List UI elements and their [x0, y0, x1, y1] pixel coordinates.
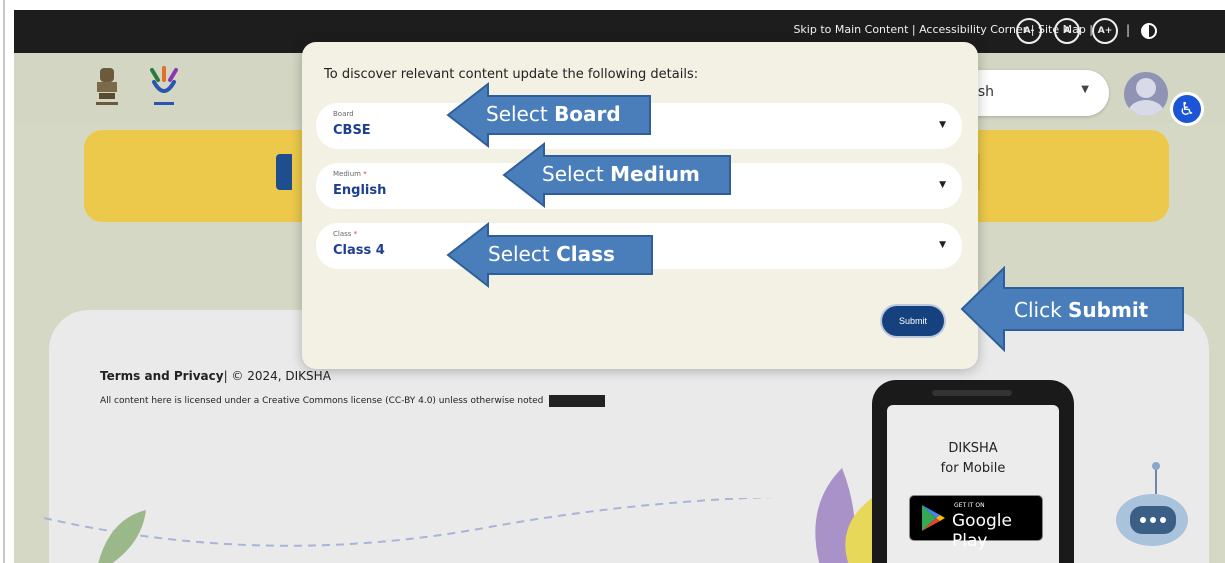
- diksha-page: Skip to Main Content | Accessibility Cor…: [14, 10, 1225, 563]
- google-play-badge[interactable]: GET IT ON Google Play: [909, 495, 1043, 551]
- terms-link[interactable]: Terms and Privacy: [100, 369, 224, 383]
- accessibility-icon[interactable]: ♿: [1170, 92, 1204, 126]
- callout-medium-text: Select Medium: [542, 162, 700, 186]
- callout-select-medium: Select Medium: [502, 142, 732, 208]
- topbar-separator: |: [1126, 23, 1131, 37]
- avatar-body: [1128, 100, 1164, 116]
- modal-title: To discover relevant content update the …: [324, 67, 699, 82]
- submit-button[interactable]: Submit: [882, 306, 944, 336]
- chevron-down-icon: ▼: [939, 120, 946, 130]
- chevron-down-icon: ▼: [1081, 84, 1089, 95]
- callout-select-class: Select Class: [446, 222, 654, 288]
- screenshot-frame: Skip to Main Content | Accessibility Cor…: [14, 0, 1225, 563]
- license-statement: All content here is licensed under a Cre…: [100, 396, 544, 406]
- user-avatar-icon[interactable]: [1124, 72, 1168, 116]
- font-decrease-button[interactable]: A-: [1016, 18, 1042, 44]
- left-border: [3, 0, 5, 563]
- class-label-text: Class: [333, 230, 352, 238]
- required-marker: *: [353, 230, 358, 238]
- callout-select-board: Select Board: [446, 82, 652, 148]
- board-label: Board: [333, 110, 354, 118]
- font-increase-button[interactable]: A+: [1092, 18, 1118, 44]
- font-normal-button[interactable]: A: [1054, 18, 1080, 44]
- medium-label-text: Medium: [333, 170, 361, 178]
- footer-terms: Terms and Privacy| © 2024, DIKSHA: [100, 369, 331, 383]
- avatar-head: [1136, 78, 1156, 98]
- callout-class-text: Select Class: [488, 242, 615, 266]
- gplay-big-text: Google Play: [952, 511, 1012, 551]
- medium-value: English: [333, 183, 387, 198]
- chatbot-robot-icon[interactable]: [1108, 460, 1194, 560]
- mobile-title-line1: DIKSHA: [948, 441, 998, 456]
- decorative-leaf-icon: [98, 510, 146, 563]
- mobile-promo-title: DIKSHA for Mobile: [887, 439, 1059, 479]
- callout-submit-text: Click Submit: [1014, 298, 1149, 322]
- diksha-logo-icon: [150, 66, 178, 105]
- mobile-promo-phone: DIKSHA for Mobile GET IT ON Google Play: [872, 380, 1074, 563]
- board-value: CBSE: [333, 123, 371, 138]
- mobile-title-line2: for Mobile: [940, 461, 1006, 476]
- banner-button-left[interactable]: [276, 154, 292, 190]
- cc-license-badge-icon[interactable]: [549, 394, 606, 407]
- phone-screen: DIKSHA for Mobile GET IT ON Google Play: [887, 405, 1059, 563]
- class-value: Class 4: [333, 243, 385, 258]
- chevron-down-icon: ▼: [939, 180, 946, 190]
- national-emblem-icon: [96, 68, 118, 105]
- copyright-text: | © 2024, DIKSHA: [223, 369, 331, 383]
- phone-speaker: [932, 390, 1012, 396]
- google-play-icon: [922, 505, 945, 531]
- utility-links[interactable]: Skip to Main Content | Accessibility Cor…: [793, 23, 1093, 36]
- contrast-toggle-icon[interactable]: [1141, 23, 1157, 39]
- required-marker: *: [363, 170, 367, 178]
- callout-click-submit: Click Submit: [960, 266, 1185, 352]
- class-label: Class *: [333, 230, 357, 238]
- medium-label: Medium *: [333, 170, 367, 178]
- callout-board-text: Select Board: [486, 102, 621, 126]
- license-text: All content here is licensed under a Cre…: [100, 394, 620, 408]
- gplay-small-text: GET IT ON: [954, 502, 985, 509]
- chevron-down-icon: ▼: [939, 240, 946, 250]
